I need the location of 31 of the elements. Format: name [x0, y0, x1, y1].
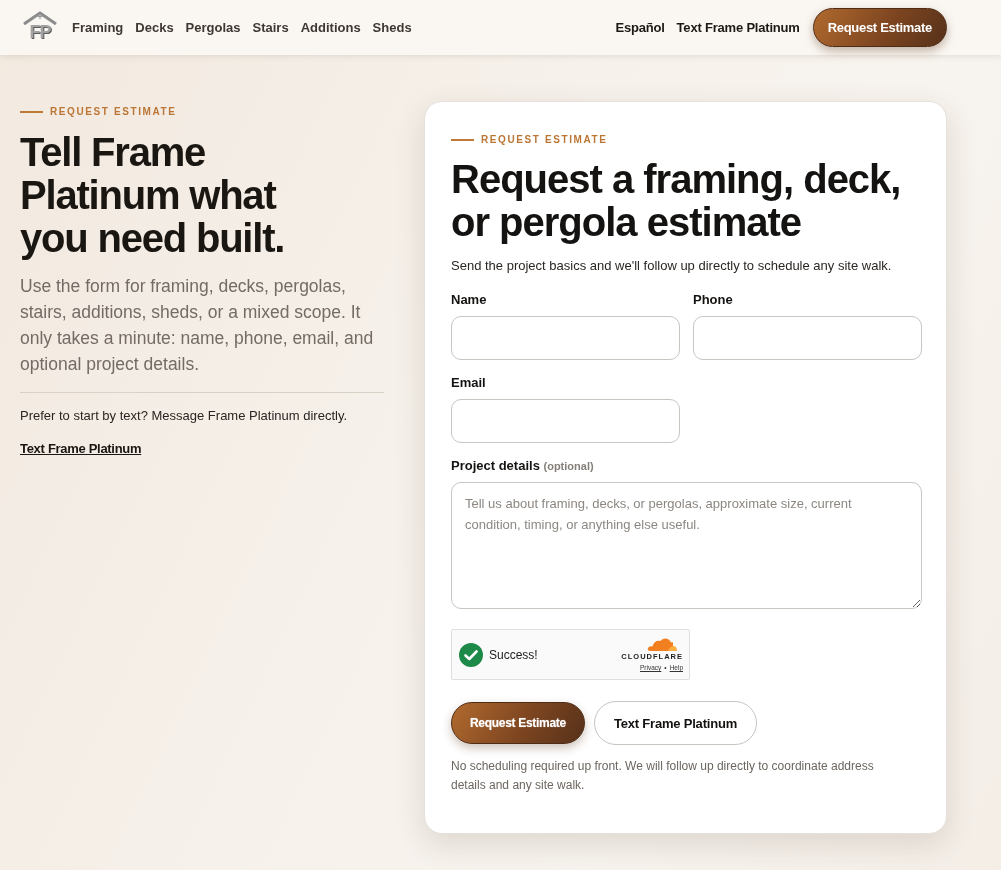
text-link[interactable]: Text Frame Platinum — [20, 440, 142, 458]
header-link[interactable]: Text Frame Platinum — [676, 20, 800, 35]
eyebrow-label: REQUEST ESTIMATE — [50, 105, 177, 119]
nav-link[interactable]: Stairs — [252, 20, 289, 35]
captcha-status: Success! — [489, 647, 538, 662]
nav-link[interactable]: Framing — [72, 20, 124, 35]
textarea-field[interactable]: Tell us about framing, decks, or pergolas, approximate size, current condition, timing, or anything else useful. — [451, 482, 922, 609]
roof-icon — [22, 9, 58, 25]
submit-button[interactable]: Request Estimate — [451, 702, 585, 744]
text-button[interactable]: Text Frame Platinum — [593, 701, 757, 745]
nav-link[interactable]: Decks — [135, 20, 174, 35]
text-prompt: Prefer to start by text? Message Frame Platinum directly. — [20, 407, 349, 425]
cloud-icon — [647, 637, 677, 651]
field-label: Project details (optional) — [451, 458, 594, 474]
form-subtitle: Send the project basics and we'll follow up directly to schedule any site walk. — [451, 257, 893, 275]
field-label: Phone — [693, 292, 733, 308]
input-field[interactable] — [451, 316, 680, 360]
nav-link[interactable]: Pergolas — [185, 20, 241, 35]
nav-link[interactable]: Additions — [300, 20, 361, 35]
request-estimate-button[interactable]: Request Estimate — [812, 8, 947, 47]
intro-paragraph: Use the form for framing, decks, pergolas, stairs, additions, sheds, or a mixed scope. It only takes a minute: name, phone, email, and optional project details. — [20, 275, 375, 376]
field-label: Email — [451, 375, 486, 391]
input-field[interactable] — [451, 399, 680, 443]
eyebrow-label: REQUEST ESTIMATE — [481, 133, 608, 147]
form-note: No scheduling required up front. We will follow up directly to coordinate address details and any site walk. — [451, 758, 875, 794]
field-label: Name — [451, 292, 487, 308]
nav-link[interactable]: Sheds — [372, 20, 412, 35]
page-heading: Tell Frame Platinum what you need built. — [20, 131, 286, 260]
header-link[interactable]: Español — [615, 20, 665, 35]
form-heading: Request a framing, deck, or pergola estimate — [451, 158, 902, 244]
input-field[interactable] — [693, 316, 922, 360]
